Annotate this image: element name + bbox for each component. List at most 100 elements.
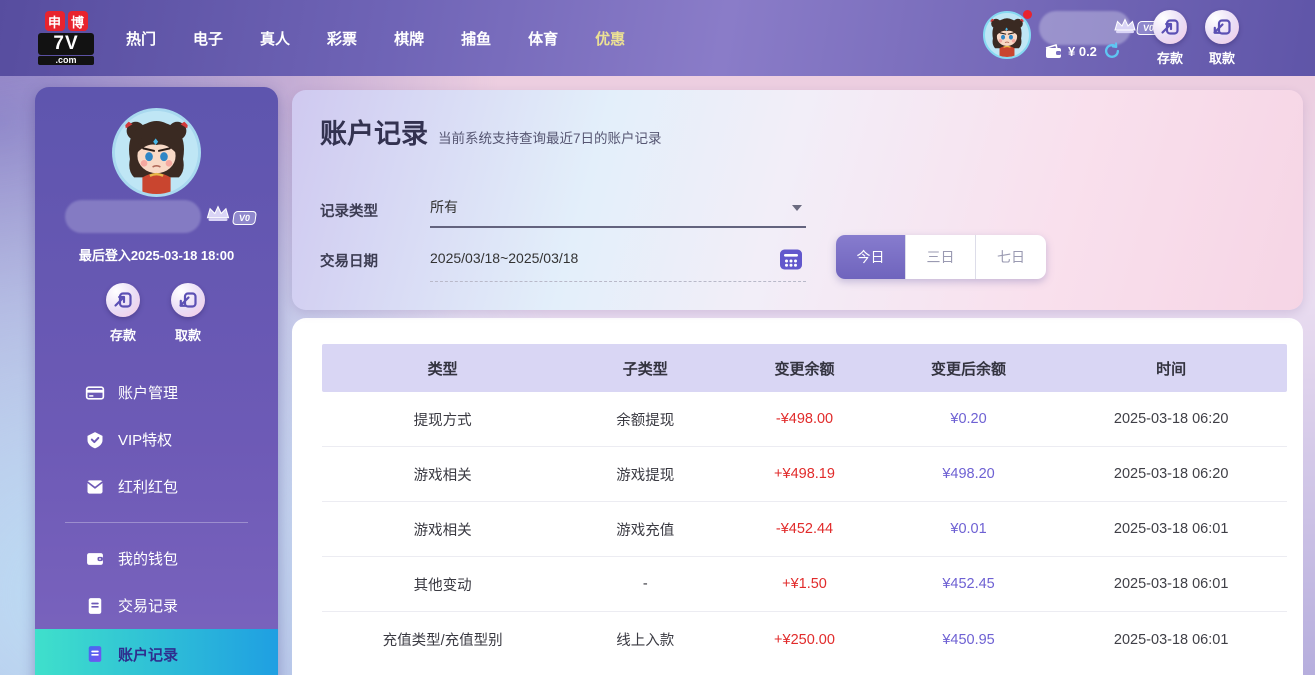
sidebar-vip-level-badge: V0 — [232, 211, 257, 225]
navbar-account-area: V0 ¥ 0.2 存款 取款 — [955, 0, 1315, 76]
cell-type: 游戏相关 — [413, 467, 472, 484]
cell-after-balance: ¥452.45 — [942, 576, 995, 592]
sidebar-item-bonus-redpacket[interactable]: 红利红包 — [35, 463, 278, 510]
date-range-quick-buttons: 今日 三日 七日 — [836, 235, 1046, 279]
deposit-arrow-icon — [1161, 19, 1179, 35]
wallet-icon — [85, 549, 105, 569]
deposit-button-label[interactable]: 存款 — [1150, 48, 1190, 67]
balance-row: ¥ 0.2 — [1045, 42, 1121, 60]
cell-type: 其他变动 — [413, 577, 472, 594]
cell-subtype: 游戏充值 — [616, 522, 675, 539]
logo-suffix-text: .com — [38, 56, 94, 65]
sidebar: V0 最后登入2025-03-18 18:00 存款 取款 账户管理 VIP特权 — [35, 87, 278, 675]
cell-change-amount: +¥250.00 — [774, 631, 835, 648]
cell-time: 2025-03-18 06:01 — [1113, 576, 1229, 592]
withdraw-button-label[interactable]: 取款 — [1202, 48, 1242, 67]
document-icon — [85, 644, 105, 664]
brand-logo[interactable]: 申 博 7V .com — [38, 11, 94, 65]
cell-subtype: 余额提现 — [616, 412, 675, 429]
table-row: 提现方式 余额提现 -¥498.00 ¥0.20 2025-03-18 06:2… — [322, 392, 1287, 447]
cell-after-balance: ¥498.20 — [942, 466, 995, 482]
table-row: 游戏相关 游戏充值 -¥452.44 ¥0.01 2025-03-18 06:0… — [322, 502, 1287, 557]
deposit-button[interactable] — [1153, 10, 1187, 44]
cell-subtype: 线上入款 — [616, 633, 675, 649]
cell-time: 2025-03-18 06:01 — [1113, 521, 1229, 537]
nav-item-hot[interactable]: 热门 — [126, 28, 156, 49]
col-header-change: 变更余额 — [774, 360, 835, 378]
logo-main-text: 7V — [38, 33, 94, 55]
sidebar-username-blurred — [65, 200, 201, 233]
date-range-value: 2025/03/18~2025/03/18 — [430, 250, 579, 266]
sidebar-item-transaction-records[interactable]: 交易记录 — [35, 582, 278, 629]
sidebar-withdraw-label[interactable]: 取款 — [168, 325, 208, 344]
cell-type: 游戏相关 — [413, 522, 472, 539]
table-row: 充值类型/充值型别 线上入款 +¥250.00 ¥450.95 2025-03-… — [322, 612, 1287, 667]
sidebar-menu: 账户管理 VIP特权 红利红包 我的钱包 交易记录 账户记录 — [35, 369, 278, 675]
sidebar-withdraw-button[interactable] — [171, 283, 205, 317]
cell-change-amount: +¥498.19 — [774, 466, 835, 482]
nav-item-fishing[interactable]: 捕鱼 — [461, 28, 491, 49]
withdraw-button[interactable] — [1205, 10, 1239, 44]
logo-char-2: 博 — [67, 11, 88, 31]
nav-item-sports[interactable]: 体育 — [528, 28, 558, 49]
record-type-label: 记录类型 — [320, 204, 378, 220]
withdraw-arrow-icon — [179, 292, 197, 308]
table-header-row: 类型 子类型 变更余额 变更后余额 时间 — [322, 344, 1287, 392]
date-range-input[interactable]: 2025/03/18~2025/03/18 — [430, 240, 806, 282]
col-header-subtype: 子类型 — [622, 360, 668, 378]
table-row: 游戏相关 游戏提现 +¥498.19 ¥498.20 2025-03-18 06… — [322, 447, 1287, 502]
top-navbar: 申 博 7V .com 热门 电子 真人 彩票 棋牌 捕鱼 体育 优惠 V0 ¥… — [0, 0, 1315, 76]
sidebar-deposit-button[interactable] — [106, 283, 140, 317]
nav-item-slots[interactable]: 电子 — [193, 28, 223, 49]
records-header-card: 账户记录 当前系统支持查询最近7日的账户记录 记录类型 所有 交易日期 2025… — [292, 90, 1303, 310]
nav-item-live[interactable]: 真人 — [260, 28, 290, 49]
cell-after-balance: ¥0.01 — [950, 521, 987, 537]
range-button-seven-day[interactable]: 七日 — [976, 235, 1046, 279]
page-subtitle: 当前系统支持查询最近7日的账户记录 — [438, 131, 662, 146]
calendar-icon[interactable] — [778, 246, 804, 272]
cell-subtype: - — [642, 576, 648, 592]
range-button-three-day[interactable]: 三日 — [906, 235, 976, 279]
sidebar-item-account-records[interactable]: 账户记录 — [35, 629, 278, 675]
logo-char-1: 申 — [44, 11, 65, 31]
main-nav: 热门 电子 真人 彩票 棋牌 捕鱼 体育 优惠 — [126, 28, 625, 49]
nav-item-promotions[interactable]: 优惠 — [595, 28, 625, 49]
sidebar-divider — [65, 522, 248, 523]
refresh-icon[interactable] — [1103, 42, 1121, 60]
document-icon — [85, 596, 105, 616]
sidebar-item-account-management[interactable]: 账户管理 — [35, 369, 278, 416]
cell-change-amount: +¥1.50 — [782, 576, 827, 592]
cell-time: 2025-03-18 06:20 — [1113, 466, 1229, 482]
deposit-arrow-icon — [114, 292, 132, 308]
red-envelope-icon — [85, 477, 105, 497]
sidebar-deposit-label[interactable]: 存款 — [103, 325, 143, 344]
range-button-today[interactable]: 今日 — [836, 235, 906, 279]
sidebar-user-avatar[interactable] — [112, 108, 201, 197]
records-table-card: 类型 子类型 变更余额 变更后余额 时间 提现方式 余额提现 -¥498.00 … — [292, 318, 1303, 675]
cell-type: 充值类型/充值型别 — [382, 633, 503, 649]
cell-type: 提现方式 — [413, 412, 472, 429]
withdraw-arrow-icon — [1213, 19, 1231, 35]
page-title: 账户记录 — [320, 119, 428, 149]
cell-subtype: 游戏提现 — [616, 467, 675, 484]
sidebar-item-vip-privilege[interactable]: VIP特权 — [35, 416, 278, 463]
vip-shield-icon — [85, 430, 105, 450]
cell-after-balance: ¥0.20 — [950, 411, 987, 427]
nav-item-chess[interactable]: 棋牌 — [394, 28, 424, 49]
balance-amount: ¥ 0.2 — [1068, 43, 1097, 59]
col-header-time: 时间 — [1156, 360, 1187, 378]
account-records-table: 类型 子类型 变更余额 变更后余额 时间 提现方式 余额提现 -¥498.00 … — [322, 344, 1287, 667]
wallet-icon — [1045, 43, 1061, 58]
bank-card-icon — [85, 383, 105, 403]
vip-crown-icon — [1114, 19, 1136, 34]
notification-dot — [1023, 10, 1032, 19]
col-header-after: 变更后余额 — [931, 360, 1007, 378]
sidebar-item-my-wallet[interactable]: 我的钱包 — [35, 535, 278, 582]
table-body: 提现方式 余额提现 -¥498.00 ¥0.20 2025-03-18 06:2… — [322, 392, 1287, 667]
table-row: 其他变动 - +¥1.50 ¥452.45 2025-03-18 06:01 — [322, 557, 1287, 612]
nav-item-lottery[interactable]: 彩票 — [327, 28, 357, 49]
date-range-label: 交易日期 — [320, 254, 378, 270]
record-type-select[interactable]: 所有 — [430, 190, 806, 228]
user-avatar[interactable] — [983, 11, 1031, 59]
record-type-value: 所有 — [430, 199, 458, 215]
